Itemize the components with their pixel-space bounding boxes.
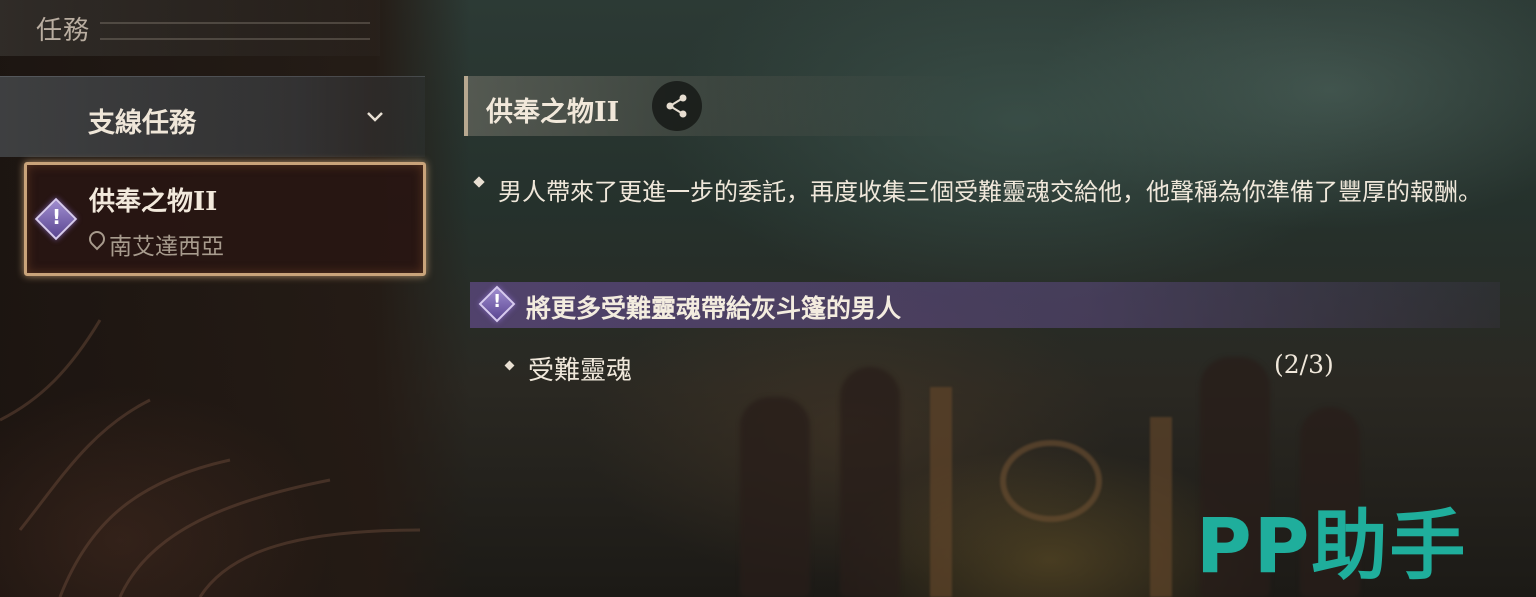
objective-text: 將更多受難靈魂帶給灰斗篷的男人 (526, 294, 902, 323)
share-icon (666, 94, 687, 118)
alert-mark: ! (52, 205, 62, 229)
category-label: 支線任務 (88, 108, 196, 139)
watermark-logo: PP助手 (1196, 501, 1468, 590)
alert-mark: ! (493, 291, 502, 312)
quest-category-side[interactable]: 支線任務 (0, 76, 425, 157)
quest-list-item[interactable]: ! 供奉之物II 南艾達西亞 (24, 162, 426, 276)
chevron-down-icon[interactable] (366, 107, 384, 125)
page-title: 任務 (36, 16, 91, 46)
quest-title-bar: 供奉之物II (464, 76, 968, 136)
header-ornament (100, 22, 370, 40)
tree-decoration (0, 319, 421, 597)
share-button[interactable] (652, 81, 702, 131)
location-pin-icon (85, 227, 109, 251)
quest-title: 供奉之物II (486, 97, 620, 128)
quest-location: 南艾達西亞 (109, 234, 224, 260)
subtask-label: 受難靈魂 (528, 356, 633, 386)
subtask-progress: (2/3) (1274, 350, 1334, 379)
quest-name: 供奉之物II (89, 187, 218, 217)
objective-bar: ! 將更多受難靈魂帶給灰斗篷的男人 (470, 282, 1500, 328)
quest-description: 男人帶來了更進一步的委託，再度收集三個受難靈魂交給他，他聲稱為你準備了豐厚的報酬… (498, 178, 1482, 206)
